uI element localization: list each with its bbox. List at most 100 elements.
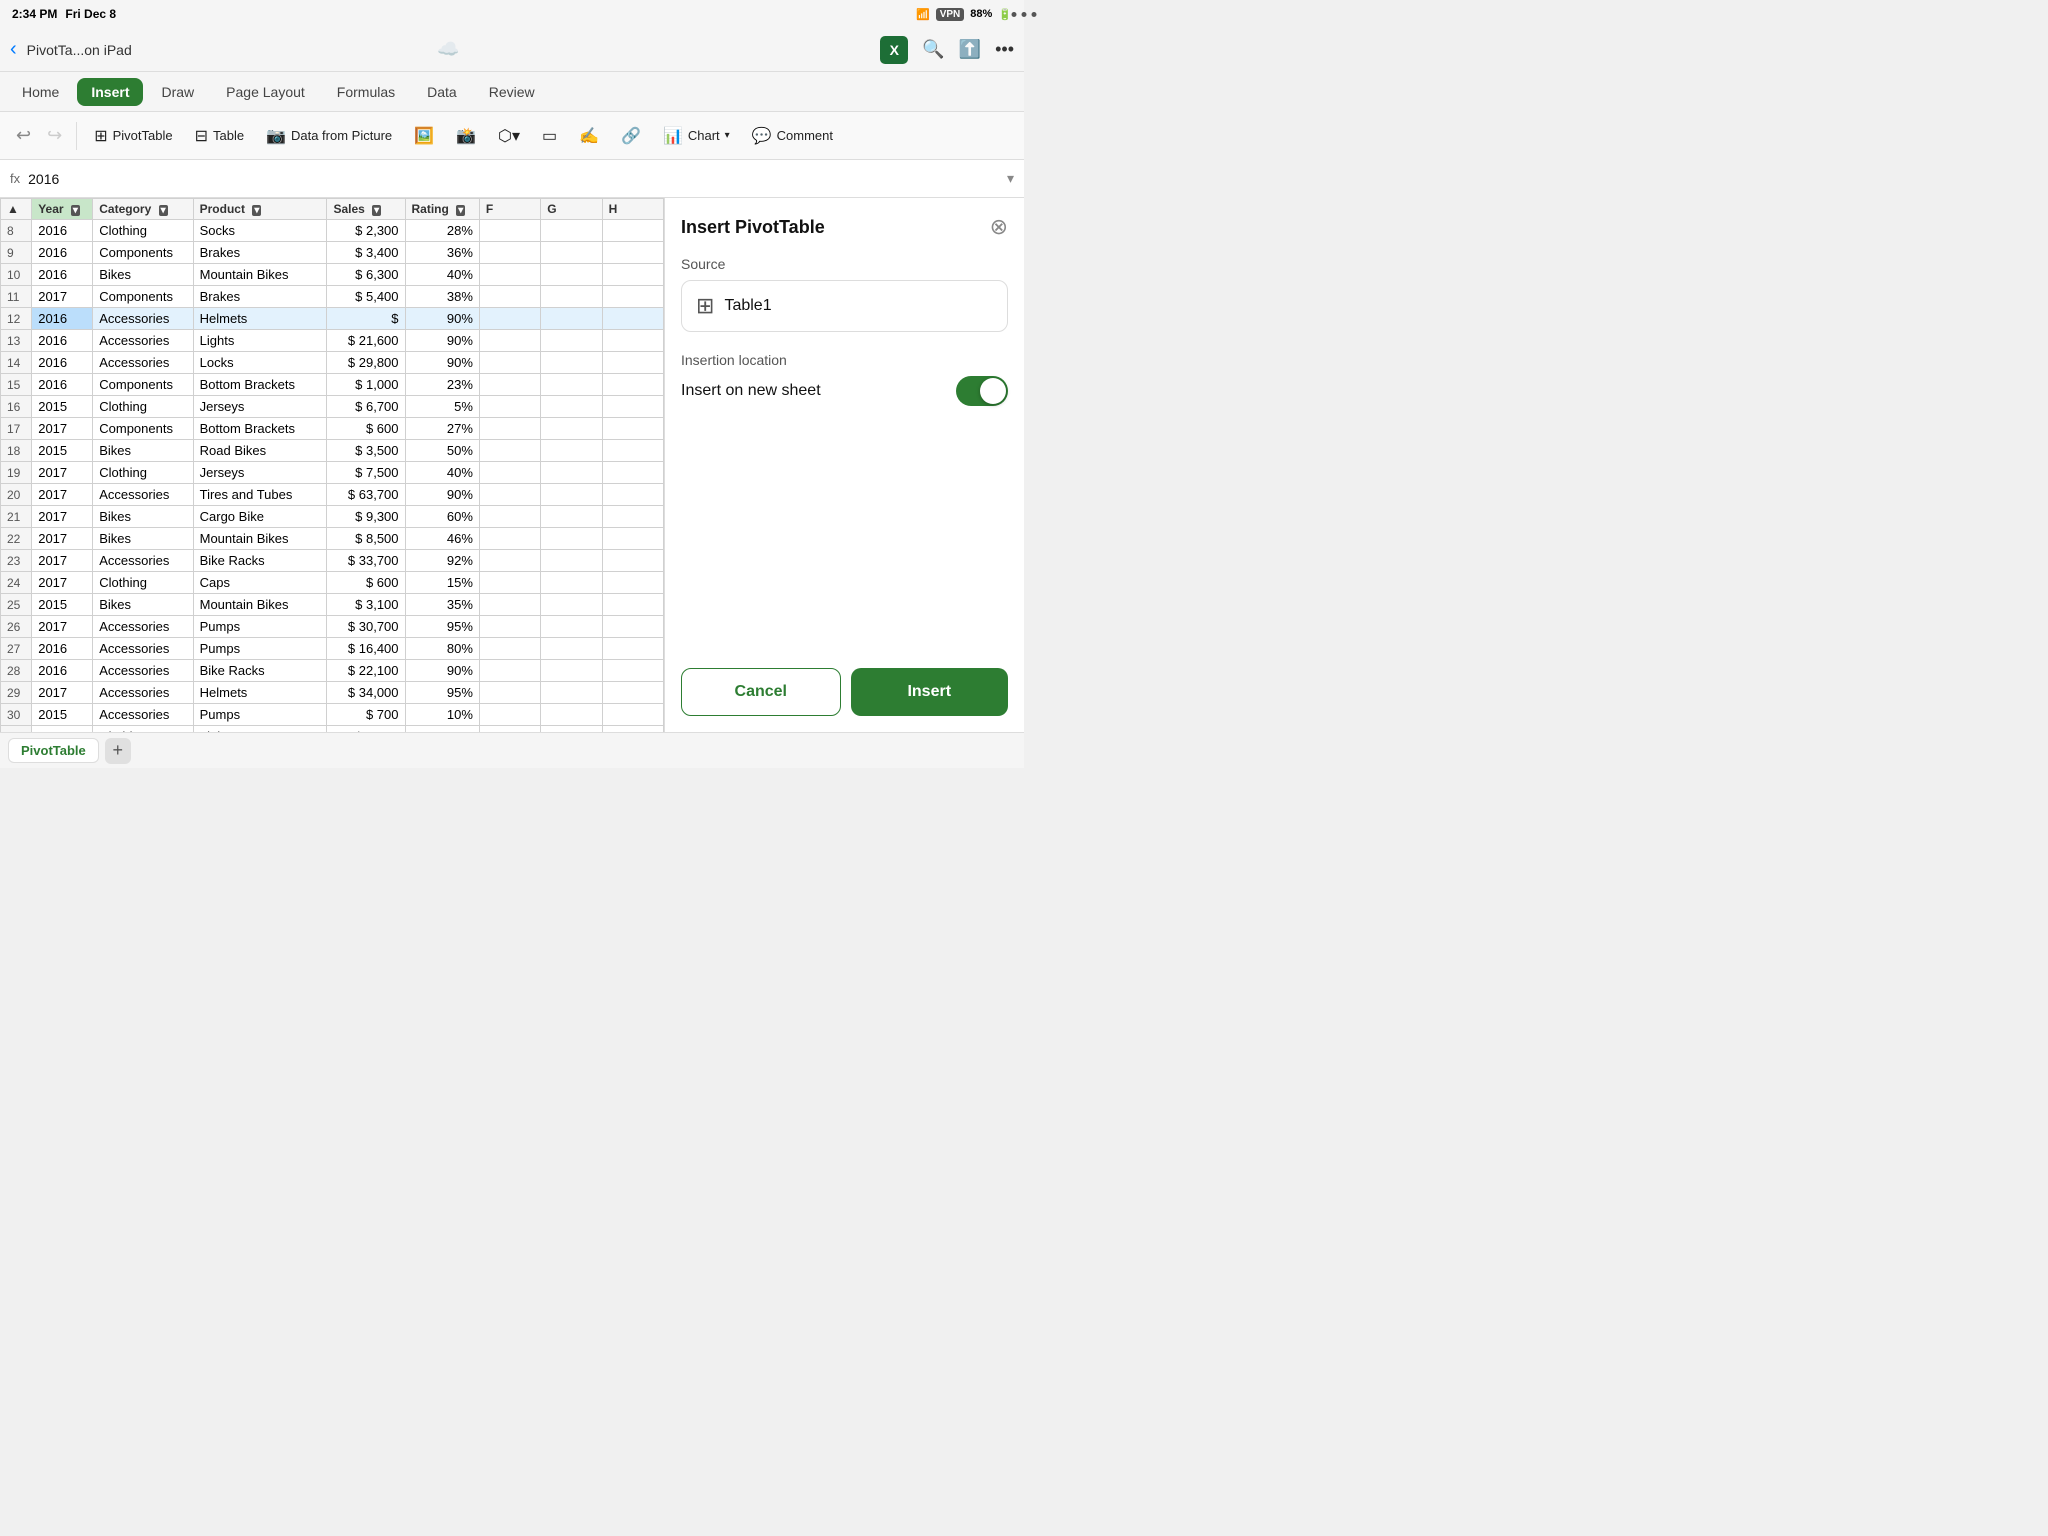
cell-f[interactable] — [479, 220, 540, 242]
cell-sales[interactable]: $ 7,500 — [327, 462, 405, 484]
col-header-sales[interactable]: Sales ▾ — [327, 199, 405, 220]
sales-filter[interactable]: ▾ — [372, 205, 381, 216]
cell-f[interactable] — [479, 726, 540, 733]
cell-sales[interactable]: $ 3,300 — [327, 726, 405, 733]
cell-product[interactable]: Road Bikes — [193, 440, 327, 462]
insert-button[interactable]: Insert — [851, 668, 1009, 716]
cell-product[interactable]: Pumps — [193, 638, 327, 660]
cell-f[interactable] — [479, 418, 540, 440]
cell-sales[interactable]: $ 3,500 — [327, 440, 405, 462]
table-row[interactable]: 29 2017 Accessories Helmets $ 34,000 95% — [1, 682, 664, 704]
insert-on-new-sheet-toggle[interactable] — [956, 376, 1008, 406]
cell-product[interactable]: Bottom Brackets — [193, 418, 327, 440]
cell-category[interactable]: Components — [93, 418, 193, 440]
cell-g[interactable] — [541, 352, 602, 374]
undo-button[interactable]: ↩ — [10, 121, 37, 150]
table-row[interactable]: 8 2016 Clothing Socks $ 2,300 28% — [1, 220, 664, 242]
col-header-year[interactable]: Year ▾ — [32, 199, 93, 220]
cell-product[interactable]: Tights — [193, 726, 327, 733]
cell-category[interactable]: Bikes — [93, 594, 193, 616]
cell-g[interactable] — [541, 638, 602, 660]
table-row[interactable]: 25 2015 Bikes Mountain Bikes $ 3,100 35% — [1, 594, 664, 616]
table-row[interactable]: 20 2017 Accessories Tires and Tubes $ 63… — [1, 484, 664, 506]
cell-h[interactable] — [602, 264, 663, 286]
cell-rating[interactable]: 40% — [405, 462, 479, 484]
table-row[interactable]: 9 2016 Components Brakes $ 3,400 36% — [1, 242, 664, 264]
cell-f[interactable] — [479, 242, 540, 264]
table-row[interactable]: 19 2017 Clothing Jerseys $ 7,500 40% — [1, 462, 664, 484]
cell-g[interactable] — [541, 704, 602, 726]
cell-category[interactable]: Bikes — [93, 440, 193, 462]
cell-rating[interactable]: 28% — [405, 220, 479, 242]
cell-h[interactable] — [602, 374, 663, 396]
prod-filter[interactable]: ▾ — [252, 205, 261, 216]
col-header-rating[interactable]: Rating ▾ — [405, 199, 479, 220]
cell-product[interactable]: Bike Racks — [193, 550, 327, 572]
cell-f[interactable] — [479, 396, 540, 418]
cell-f[interactable] — [479, 660, 540, 682]
cell-h[interactable] — [602, 440, 663, 462]
cell-h[interactable] — [602, 550, 663, 572]
cell-sales[interactable]: $ 600 — [327, 418, 405, 440]
cell-category[interactable]: Accessories — [93, 660, 193, 682]
table-row[interactable]: 12 2016 Accessories Helmets $ 90% — [1, 308, 664, 330]
cell-rating[interactable]: 90% — [405, 330, 479, 352]
cell-year[interactable]: 2017 — [32, 572, 93, 594]
cell-year[interactable]: 2016 — [32, 220, 93, 242]
cell-category[interactable]: Clothing — [93, 396, 193, 418]
more-icon[interactable]: ••• — [995, 39, 1014, 60]
cell-category[interactable]: Clothing — [93, 572, 193, 594]
cell-product[interactable]: Brakes — [193, 286, 327, 308]
cell-rating[interactable]: 5% — [405, 396, 479, 418]
cell-rating[interactable]: 60% — [405, 506, 479, 528]
cell-product[interactable]: Brakes — [193, 242, 327, 264]
cell-category[interactable]: Accessories — [93, 682, 193, 704]
cell-sales[interactable]: $ 63,700 — [327, 484, 405, 506]
cell-f[interactable] — [479, 330, 540, 352]
cell-f[interactable] — [479, 286, 540, 308]
cell-rating[interactable]: 90% — [405, 660, 479, 682]
cell-year[interactable]: 2017 — [32, 528, 93, 550]
cell-rating[interactable]: 90% — [405, 484, 479, 506]
cell-category[interactable]: Components — [93, 242, 193, 264]
cell-year[interactable]: 2017 — [32, 484, 93, 506]
data-from-picture-button[interactable]: 📷 Data from Picture — [257, 120, 401, 152]
cell-g[interactable] — [541, 374, 602, 396]
cell-h[interactable] — [602, 572, 663, 594]
cell-product[interactable]: Tires and Tubes — [193, 484, 327, 506]
cell-category[interactable]: Clothing — [93, 726, 193, 733]
comment-button[interactable]: 💬 Comment — [743, 120, 842, 152]
cell-sales[interactable]: $ 3,400 — [327, 242, 405, 264]
col-header-category[interactable]: Category ▾ — [93, 199, 193, 220]
tab-home[interactable]: Home — [8, 78, 73, 106]
cell-sales[interactable]: $ 6,300 — [327, 264, 405, 286]
camera-button[interactable]: 📸 — [447, 120, 485, 152]
textbox-button[interactable]: ▭ — [533, 120, 566, 152]
cell-year[interactable]: 2015 — [32, 726, 93, 733]
cell-product[interactable]: Jerseys — [193, 396, 327, 418]
cell-h[interactable] — [602, 462, 663, 484]
table-row[interactable]: 30 2015 Accessories Pumps $ 700 10% — [1, 704, 664, 726]
cell-year[interactable]: 2016 — [32, 242, 93, 264]
cell-product[interactable]: Cargo Bike — [193, 506, 327, 528]
tab-page-layout[interactable]: Page Layout — [212, 78, 319, 106]
cell-g[interactable] — [541, 528, 602, 550]
cell-g[interactable] — [541, 616, 602, 638]
cell-sales[interactable]: $ 30,700 — [327, 616, 405, 638]
tab-draw[interactable]: Draw — [147, 78, 208, 106]
search-icon[interactable]: 🔍 — [922, 39, 944, 60]
cell-f[interactable] — [479, 352, 540, 374]
formula-input[interactable] — [28, 171, 999, 187]
cell-g[interactable] — [541, 506, 602, 528]
cell-sales[interactable]: $ 21,600 — [327, 330, 405, 352]
cell-f[interactable] — [479, 506, 540, 528]
cell-h[interactable] — [602, 352, 663, 374]
cell-sales[interactable]: $ 29,800 — [327, 352, 405, 374]
cell-g[interactable] — [541, 726, 602, 733]
cell-category[interactable]: Clothing — [93, 220, 193, 242]
cell-h[interactable] — [602, 528, 663, 550]
sheet-tab-pivottable[interactable]: PivotTable — [8, 738, 99, 763]
cell-g[interactable] — [541, 418, 602, 440]
cancel-button[interactable]: Cancel — [681, 668, 841, 716]
cell-f[interactable] — [479, 682, 540, 704]
